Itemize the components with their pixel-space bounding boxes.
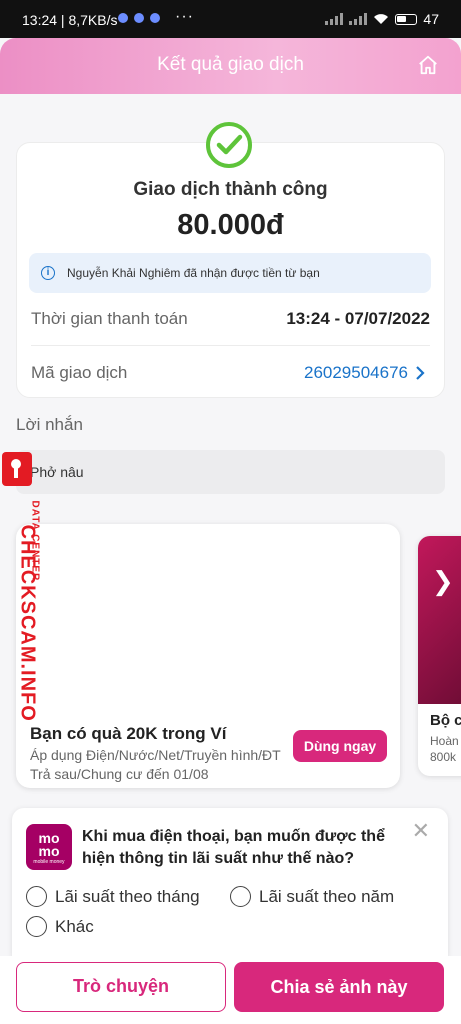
watermark: DATA CENTER CHECKSCAM.INFO (0, 450, 42, 722)
notification-icons (118, 13, 160, 23)
info-banner: i Nguyễn Khải Nghiêm đã nhận được tiền t… (29, 253, 431, 293)
success-check-icon (206, 122, 252, 168)
momo-logo: mo mo mobile money (26, 824, 72, 870)
chat-button[interactable]: Trò chuyện (16, 962, 226, 1012)
payment-time-label: Thời gian thanh toán (31, 309, 188, 328)
survey-option-other[interactable]: Khác (26, 916, 94, 937)
notification-icon (150, 13, 160, 23)
notification-icon (118, 13, 128, 23)
home-icon[interactable] (417, 54, 439, 76)
watermark-title: CHECKSCAM.INFO (16, 524, 39, 722)
arrow-icon: ❯ (432, 566, 454, 596)
transaction-status: Giao dịch thành công (133, 179, 328, 200)
more-icon: ··· (175, 8, 194, 25)
promo-description: Áp dụng Điện/Nước/Net/Truyền hình/ĐT Trả… (30, 747, 281, 782)
use-now-button[interactable]: Dùng ngay (293, 730, 387, 762)
close-icon[interactable]: ✕ (412, 818, 430, 844)
survey-card: mo mo mobile money Khi mua điện thoại, bạ… (12, 808, 448, 958)
page-title: Kết quả giao dịch (157, 54, 304, 75)
promo-card-next[interactable]: ❯ Bộ c Hoàn 800k (418, 536, 461, 776)
chevron-right-icon[interactable] (414, 365, 426, 381)
battery-icon (395, 13, 418, 25)
bottom-action-bar: Trò chuyện Chia sẻ ảnh này (0, 956, 461, 1024)
info-text: Nguyễn Khải Nghiêm đã nhận được tiền từ … (67, 266, 320, 280)
lock-icon (2, 452, 32, 486)
payment-time-value: 13:24 - 07/07/2022 (286, 309, 430, 328)
promo-card[interactable]: Bạn có quà 20K trong Ví Áp dụng Điện/Nướ… (16, 524, 400, 788)
content: Giao dịch thành công 80.000đ i Nguyễn Kh… (0, 94, 461, 958)
transaction-id-value[interactable]: 26029504676 (304, 363, 408, 383)
promo2-line1: Hoàn (430, 734, 459, 748)
header: Kết quả giao dịch (0, 38, 461, 94)
message-box: Phở nâu (16, 450, 445, 494)
survey-question: Khi mua điện thoại, bạn muốn được thể hi… (82, 828, 385, 867)
status-time: 13:24 | 8,7KB/s (22, 12, 118, 28)
survey-option-monthly[interactable]: Lãi suất theo tháng (26, 886, 200, 907)
radio-icon[interactable] (26, 886, 47, 907)
signal-icon (325, 13, 344, 25)
radio-icon[interactable] (230, 886, 251, 907)
share-image-button[interactable]: Chia sẻ ảnh này (234, 962, 444, 1012)
transaction-amount: 80.000đ (177, 209, 284, 241)
promo2-title: Bộ c (430, 712, 461, 729)
battery-level: 47 (423, 11, 439, 27)
message-label: Lời nhắn (16, 415, 83, 434)
transaction-id-label: Mã giao dịch (31, 363, 128, 382)
info-icon: i (41, 266, 55, 280)
notification-icon (134, 13, 144, 23)
promo2-line2: 800k (430, 750, 457, 764)
transaction-result-card: Giao dịch thành công 80.000đ i Nguyễn Kh… (16, 122, 445, 398)
wifi-icon (374, 14, 389, 24)
promo-title: Bạn có quà 20K trong Ví (30, 724, 227, 743)
status-bar: 13:24 | 8,7KB/s ··· 47 (0, 0, 461, 38)
promo-image (418, 536, 461, 704)
divider (31, 345, 430, 346)
survey-option-yearly[interactable]: Lãi suất theo năm (230, 886, 394, 907)
signal-icon (349, 13, 368, 25)
radio-icon[interactable] (26, 916, 47, 937)
